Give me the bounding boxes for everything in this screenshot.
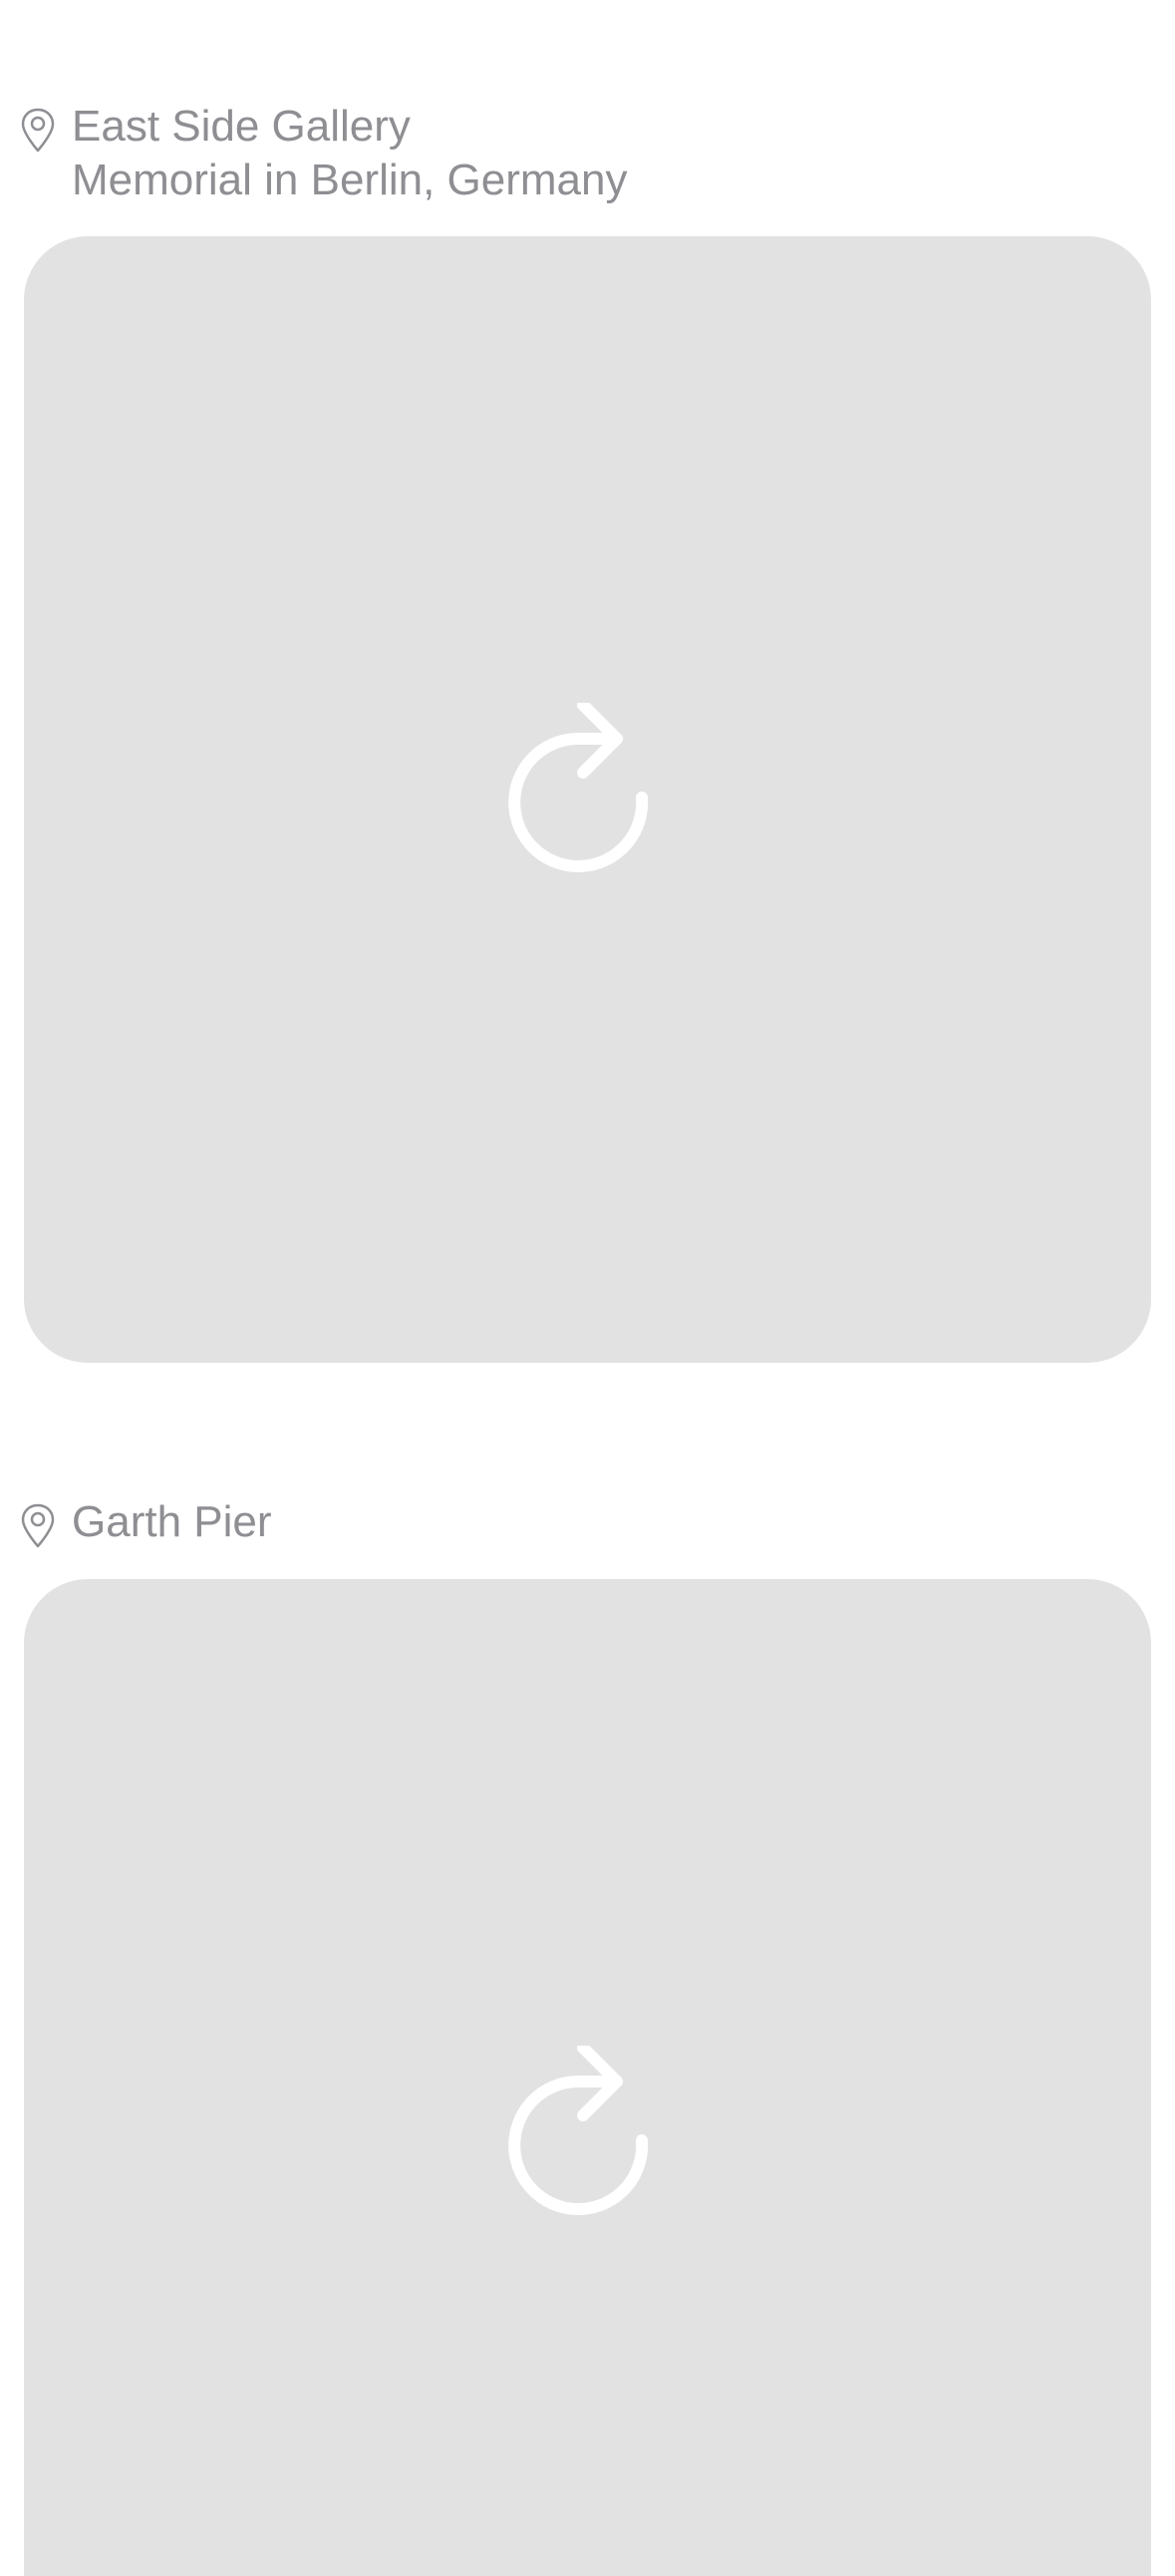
location-pin-icon xyxy=(21,108,55,153)
reload-icon[interactable] xyxy=(507,703,667,882)
location-subtitle: Memorial in Berlin, Germany xyxy=(72,156,628,204)
post-item: East Side Gallery Memorial in Berlin, Ge… xyxy=(0,100,1175,1363)
media-placeholder[interactable] xyxy=(24,236,1151,1363)
post-feed: East Side Gallery Memorial in Berlin, Ge… xyxy=(0,0,1175,2576)
media-placeholder[interactable] xyxy=(24,1579,1151,2576)
location-title[interactable]: East Side Gallery xyxy=(72,100,1175,154)
location-header[interactable]: East Side Gallery Memorial in Berlin, Ge… xyxy=(0,100,1175,207)
location-header[interactable]: Garth Pier xyxy=(0,1495,1175,1549)
post-item: Garth Pier xyxy=(0,1495,1175,2576)
location-title[interactable]: Garth Pier xyxy=(72,1495,1175,1549)
reload-icon[interactable] xyxy=(507,2046,667,2225)
location-pin-icon xyxy=(21,1503,55,1548)
